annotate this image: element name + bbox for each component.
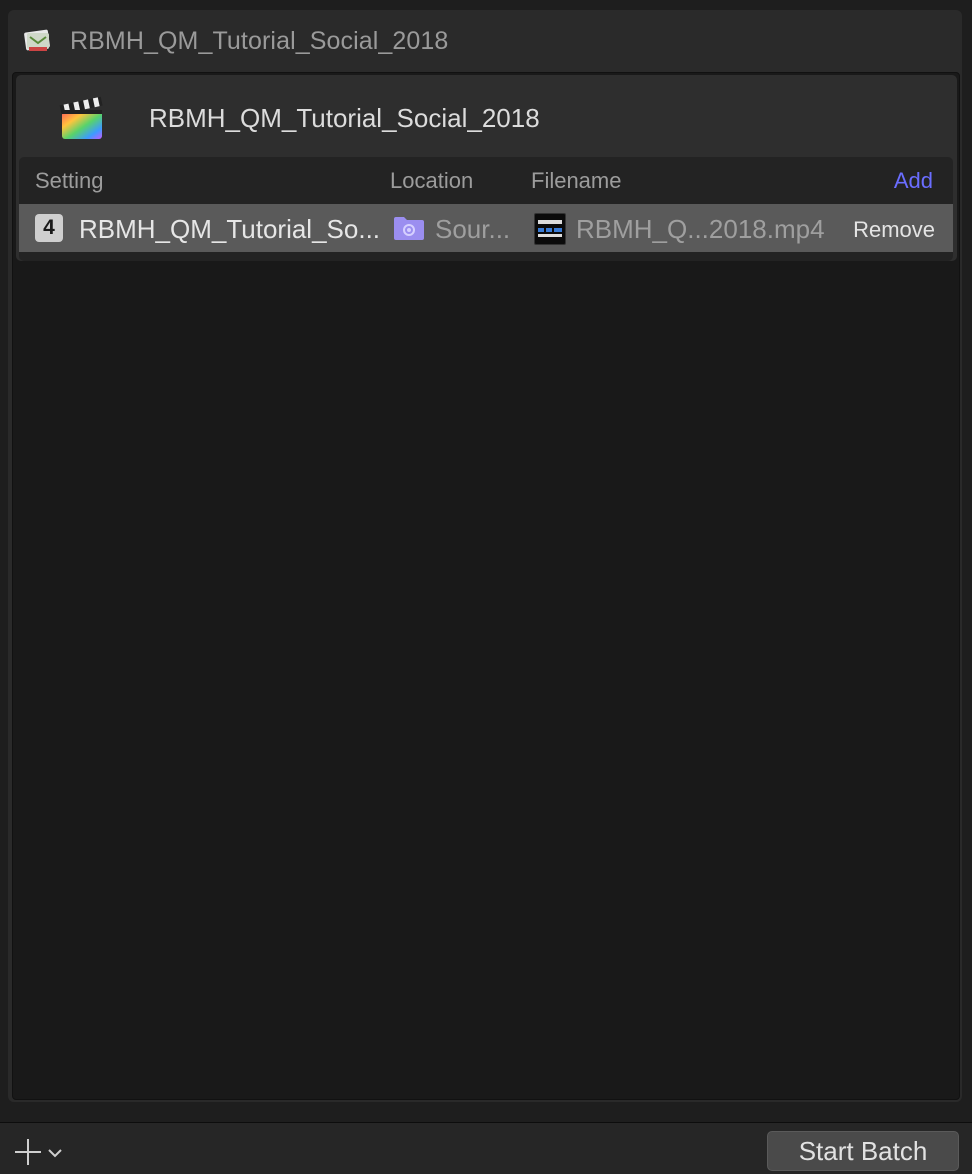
compressor-batch-window: RBMH_QM_Tutorial_Social_2018 RBMH_QM_Tut… xyxy=(0,0,972,1174)
job-card[interactable]: RBMH_QM_Tutorial_Social_2018 Setting Loc… xyxy=(16,75,957,261)
chevron-down-icon xyxy=(48,1149,62,1158)
table-header: Setting Location Filename Add xyxy=(19,157,953,203)
table-row[interactable]: 4 RBMH_QM_Tutorial_So... Sour... RBMH_Q.… xyxy=(19,204,953,252)
add-menu-button[interactable] xyxy=(12,1133,72,1165)
column-header-location[interactable]: Location xyxy=(390,168,473,194)
outputs-table: Setting Location Filename Add 4 RBMH_QM_… xyxy=(19,157,953,261)
plus-icon xyxy=(15,1139,41,1165)
folder-icon xyxy=(394,217,424,240)
gopro-file-icon xyxy=(534,213,566,245)
location-value[interactable]: Sour... xyxy=(435,214,510,245)
setting-preset-badge: 4 xyxy=(35,214,63,242)
compressor-app-icon xyxy=(24,29,50,51)
job-title: RBMH_QM_Tutorial_Social_2018 xyxy=(149,103,540,133)
bottom-toolbar: Start Batch xyxy=(0,1122,972,1174)
filename-value[interactable]: RBMH_Q...2018.mp4 xyxy=(576,214,825,245)
batch-panel: RBMH_QM_Tutorial_Social_2018 RBMH_QM_Tut… xyxy=(8,10,962,1102)
add-output-button[interactable]: Add xyxy=(894,168,933,194)
final-cut-pro-icon xyxy=(59,96,103,139)
setting-name[interactable]: RBMH_QM_Tutorial_So... xyxy=(79,214,380,245)
batch-title: RBMH_QM_Tutorial_Social_2018 xyxy=(70,27,449,55)
batch-content-area: RBMH_QM_Tutorial_Social_2018 Setting Loc… xyxy=(12,72,960,1100)
column-header-filename[interactable]: Filename xyxy=(531,168,621,194)
start-batch-button[interactable]: Start Batch xyxy=(767,1131,959,1171)
batch-header: RBMH_QM_Tutorial_Social_2018 xyxy=(8,10,962,72)
column-header-setting[interactable]: Setting xyxy=(35,168,104,194)
remove-output-button[interactable]: Remove xyxy=(853,217,935,243)
job-header: RBMH_QM_Tutorial_Social_2018 xyxy=(16,75,957,157)
